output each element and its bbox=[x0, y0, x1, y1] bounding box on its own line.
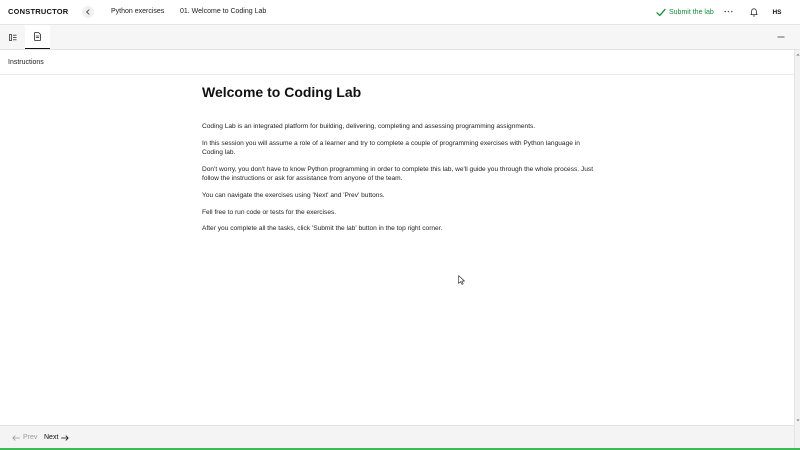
paragraph-intro: Coding Lab is an integrated platform for… bbox=[202, 123, 536, 130]
breadcrumb-course[interactable]: Python exercises bbox=[111, 8, 164, 15]
toggle-sidebar-button[interactable] bbox=[0, 25, 25, 49]
more-options-icon[interactable] bbox=[722, 5, 734, 17]
minus-icon bbox=[777, 36, 785, 38]
notifications-bell-icon[interactable] bbox=[748, 6, 760, 18]
paragraph-navigation: You can navigate the exercises using 'Ne… bbox=[202, 191, 385, 199]
panel-toolbar bbox=[0, 25, 800, 50]
document-icon bbox=[34, 32, 41, 41]
panel-title: Instructions bbox=[8, 59, 44, 66]
constructor-logo[interactable]: C NSTRUCTOR bbox=[8, 7, 68, 16]
scroll-down-icon[interactable] bbox=[795, 417, 800, 423]
arrow-right-icon bbox=[61, 434, 70, 441]
arrow-left-icon bbox=[12, 434, 20, 441]
chevron-left-icon bbox=[86, 9, 90, 15]
paragraph-run-code: Fell free to run code or tests for the e… bbox=[202, 208, 337, 216]
list-icon bbox=[8, 33, 16, 41]
next-label: Next bbox=[44, 434, 59, 441]
collapse-panel-button[interactable] bbox=[774, 31, 788, 43]
exercise-navigation-footer: Prev Next bbox=[0, 425, 794, 450]
next-button[interactable]: Next bbox=[44, 434, 70, 441]
logo-text-left: C bbox=[8, 7, 14, 16]
checkmark-icon bbox=[656, 8, 666, 17]
mouse-pointer-icon bbox=[458, 275, 465, 285]
tab-instructions[interactable] bbox=[25, 25, 50, 49]
submit-lab-label: Submit the lab bbox=[669, 9, 714, 16]
scroll-up-icon[interactable] bbox=[795, 51, 800, 57]
logo-text-right: NSTRUCTOR bbox=[19, 7, 69, 16]
prev-label: Prev bbox=[23, 434, 38, 441]
back-button[interactable] bbox=[82, 6, 94, 18]
user-avatar[interactable]: HS bbox=[770, 6, 784, 18]
breadcrumb-lesson[interactable]: 01. Welcome to Coding Lab bbox=[180, 8, 266, 15]
panel-divider bbox=[0, 74, 794, 75]
page-title: Welcome to Coding Lab bbox=[202, 84, 362, 100]
paragraph-submit: After you complete all the tasks, click … bbox=[202, 225, 443, 233]
app-header: C NSTRUCTOR Python exercises 01. Welcome… bbox=[0, 0, 800, 25]
instructions-content: Welcome to Coding Lab Coding Lab is an i… bbox=[202, 84, 597, 241]
paragraph-session: In this session you will assume a role o… bbox=[202, 139, 580, 157]
submit-lab-button[interactable]: Submit the lab bbox=[656, 6, 714, 19]
prev-button[interactable]: Prev bbox=[12, 434, 37, 441]
paragraph-reassurance: Don't worry, you don't have to know Pyth… bbox=[202, 165, 594, 183]
logo-o-icon bbox=[14, 9, 20, 14]
content-scrollbar[interactable] bbox=[794, 50, 800, 450]
